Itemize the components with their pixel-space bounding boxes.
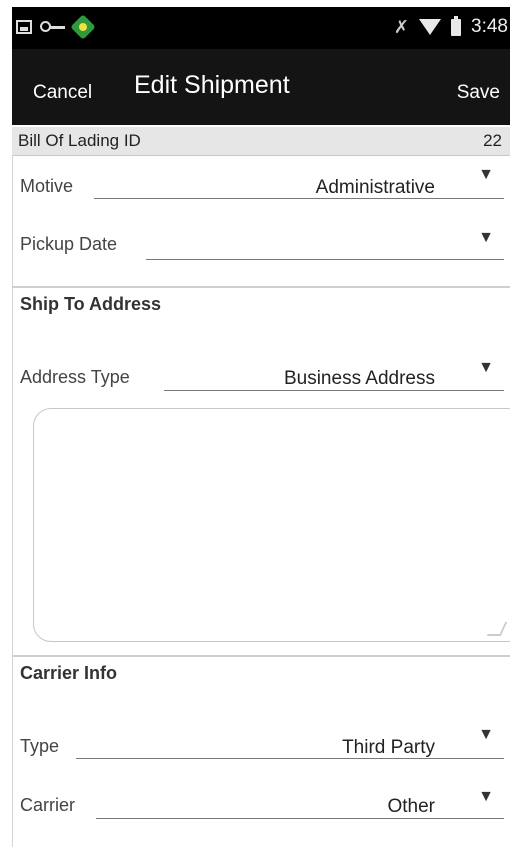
carrier-type-underline xyxy=(76,758,504,759)
battery-icon xyxy=(451,15,462,36)
address-type-row: Address Type Business Address ▼ xyxy=(12,356,510,406)
picture-icon xyxy=(16,20,32,34)
pickup-date-underline xyxy=(146,259,504,260)
carrier-row: Carrier Other ▼ xyxy=(12,780,510,830)
carrier-info-section-header: Carrier Info xyxy=(12,655,510,685)
carrier-type-select[interactable]: Third Party xyxy=(342,737,435,759)
carrier-label: Carrier xyxy=(20,795,76,815)
pickup-date-label: Pickup Date xyxy=(20,234,118,254)
section-divider xyxy=(12,286,510,288)
bill-of-lading-value: 22 xyxy=(483,131,502,150)
motive-underline xyxy=(94,198,504,199)
motive-label: Motive xyxy=(20,176,74,196)
status-bar: ✗ 3:48 xyxy=(12,7,510,49)
pickup-date-row: Pickup Date ▼ xyxy=(12,220,510,270)
key-icon xyxy=(40,20,66,34)
cancel-button[interactable]: Cancel xyxy=(33,82,92,104)
carrier-info-section-title: Carrier Info xyxy=(20,663,118,683)
carrier-type-row: Type Third Party ▼ xyxy=(12,722,510,772)
dropdown-arrow-icon[interactable]: ▼ xyxy=(478,229,494,247)
section-divider xyxy=(12,655,510,657)
bill-of-lading-row: Bill Of Lading ID 22 xyxy=(12,127,510,156)
bill-of-lading-label: Bill Of Lading ID xyxy=(18,131,141,150)
address-type-select[interactable]: Business Address xyxy=(284,368,435,390)
dropdown-arrow-icon[interactable]: ▼ xyxy=(478,726,494,744)
signal-icon: ✗ xyxy=(393,17,410,37)
dropdown-arrow-icon[interactable]: ▼ xyxy=(478,166,494,184)
carrier-underline xyxy=(96,818,504,819)
address-type-underline xyxy=(164,390,504,391)
wifi-icon xyxy=(419,19,442,35)
page-title: Edit Shipment xyxy=(134,71,290,99)
carrier-select[interactable]: Other xyxy=(387,796,435,818)
save-button[interactable]: Save xyxy=(457,82,500,104)
address-type-label: Address Type xyxy=(20,367,130,387)
app-icon xyxy=(70,14,96,40)
status-time: 3:48 xyxy=(471,16,508,37)
motive-row: Motive Administrative ▼ xyxy=(12,160,510,210)
ship-to-section-title: Ship To Address xyxy=(20,294,162,314)
ship-to-section-header: Ship To Address xyxy=(12,286,510,316)
motive-select[interactable]: Administrative xyxy=(316,177,435,199)
screen: ✗ 3:48 Cancel Edit Shipment Save Bill Of… xyxy=(0,0,510,847)
dropdown-arrow-icon[interactable]: ▼ xyxy=(478,788,494,806)
dropdown-arrow-icon[interactable]: ▼ xyxy=(478,359,494,377)
carrier-type-label: Type xyxy=(20,736,60,756)
address-textarea[interactable] xyxy=(33,408,510,642)
action-bar: Cancel Edit Shipment Save xyxy=(12,49,510,125)
